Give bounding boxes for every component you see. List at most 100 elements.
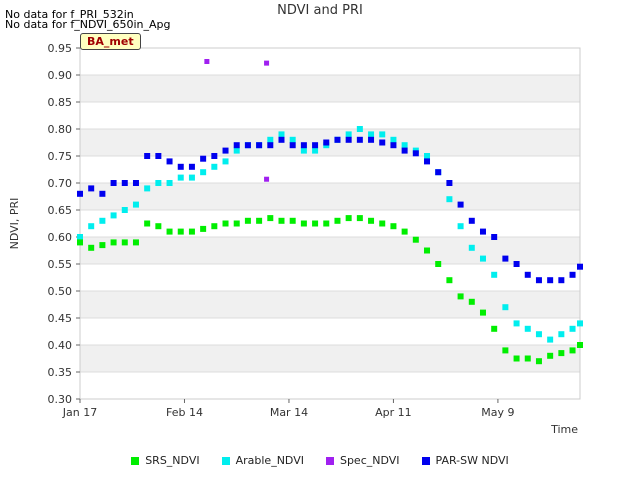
point-srs-ndvi bbox=[435, 261, 442, 267]
point-par-sw-ndvi bbox=[547, 277, 554, 284]
point-arable-ndvi bbox=[368, 131, 375, 138]
site-badge: BA_met bbox=[80, 33, 141, 50]
point-srs-ndvi bbox=[132, 239, 139, 246]
point-par-sw-ndvi bbox=[144, 153, 151, 159]
point-arable-ndvi bbox=[502, 304, 509, 311]
y-tick-label: 0.90 bbox=[48, 69, 73, 82]
point-srs-ndvi bbox=[312, 220, 319, 227]
y-tick-label: 0.80 bbox=[48, 123, 73, 136]
point-arable-ndvi bbox=[401, 142, 408, 149]
point-par-sw-ndvi bbox=[569, 271, 576, 278]
point-arable-ndvi bbox=[524, 325, 531, 332]
y-tick-label: 0.50 bbox=[48, 285, 73, 298]
point-par-sw-ndvi bbox=[177, 163, 184, 170]
point-par-sw-ndvi bbox=[88, 185, 95, 192]
point-arable-ndvi bbox=[200, 169, 207, 176]
point-srs-ndvi bbox=[334, 217, 341, 224]
point-srs-ndvi bbox=[424, 247, 431, 254]
point-spec-ndvi bbox=[204, 59, 210, 64]
point-arable-ndvi bbox=[300, 147, 307, 154]
legend-item-spec-ndvi: Spec_NDVI bbox=[325, 454, 400, 467]
point-par-sw-ndvi bbox=[188, 163, 195, 170]
y-tick-label: 0.35 bbox=[48, 366, 73, 379]
point-arable-ndvi bbox=[99, 217, 106, 224]
point-par-sw-ndvi bbox=[312, 142, 319, 149]
legend-swatch-par-sw-ndvi bbox=[421, 456, 430, 465]
point-srs-ndvi bbox=[278, 217, 285, 224]
point-arable-ndvi bbox=[188, 174, 195, 181]
point-srs-ndvi bbox=[356, 215, 363, 222]
point-arable-ndvi bbox=[468, 244, 475, 251]
point-srs-ndvi bbox=[256, 217, 263, 224]
point-par-sw-ndvi bbox=[446, 180, 453, 186]
chart-legend: SRS_NDVI Arable_NDVI Spec_NDVI PAR-SW ND… bbox=[0, 454, 640, 467]
point-par-sw-ndvi bbox=[166, 158, 173, 165]
y-tick-label: 0.70 bbox=[48, 177, 73, 190]
point-par-sw-ndvi bbox=[300, 142, 307, 149]
point-par-sw-ndvi bbox=[200, 155, 207, 162]
point-arable-ndvi bbox=[233, 147, 240, 154]
y-axis-label: NDVI, PRI bbox=[8, 198, 21, 250]
point-srs-ndvi bbox=[233, 220, 240, 227]
point-par-sw-ndvi bbox=[345, 136, 352, 143]
point-arable-ndvi bbox=[77, 234, 83, 240]
point-par-sw-ndvi bbox=[155, 153, 162, 159]
point-par-sw-ndvi bbox=[558, 277, 565, 284]
point-arable-ndvi bbox=[345, 131, 352, 138]
y-tick-label: 0.85 bbox=[48, 96, 73, 109]
y-tick-label: 0.65 bbox=[48, 204, 73, 217]
point-par-sw-ndvi bbox=[468, 217, 475, 224]
point-arable-ndvi bbox=[177, 174, 184, 181]
point-srs-ndvi bbox=[289, 217, 296, 224]
point-arable-ndvi bbox=[155, 180, 162, 186]
legend-label-spec-ndvi: Spec_NDVI bbox=[339, 454, 400, 467]
point-arable-ndvi bbox=[278, 131, 285, 138]
point-par-sw-ndvi bbox=[256, 142, 263, 149]
point-arable-ndvi bbox=[289, 136, 296, 143]
point-srs-ndvi bbox=[211, 223, 218, 230]
legend-item-arable-ndvi: Arable_NDVI bbox=[221, 454, 304, 467]
point-srs-ndvi bbox=[323, 220, 330, 227]
point-arable-ndvi bbox=[132, 201, 139, 208]
point-srs-ndvi bbox=[479, 309, 486, 316]
point-par-sw-ndvi bbox=[390, 142, 397, 149]
point-par-sw-ndvi bbox=[77, 190, 83, 197]
point-par-sw-ndvi bbox=[267, 142, 274, 149]
point-srs-ndvi bbox=[177, 228, 184, 235]
y-tick-label: 0.55 bbox=[48, 258, 73, 271]
point-arable-ndvi bbox=[446, 196, 453, 203]
legend-label-srs-ndvi: SRS_NDVI bbox=[145, 454, 200, 467]
y-tick-label: 0.95 bbox=[48, 42, 73, 55]
point-par-sw-ndvi bbox=[368, 136, 375, 143]
point-srs-ndvi bbox=[88, 244, 95, 251]
point-par-sw-ndvi bbox=[502, 255, 509, 262]
x-tick-label: May 9 bbox=[481, 406, 514, 419]
point-par-sw-ndvi bbox=[110, 180, 117, 186]
point-srs-ndvi bbox=[577, 342, 583, 348]
point-par-sw-ndvi bbox=[424, 158, 431, 165]
point-arable-ndvi bbox=[166, 180, 173, 186]
point-srs-ndvi bbox=[222, 220, 229, 227]
point-spec-ndvi bbox=[264, 60, 270, 66]
point-srs-ndvi bbox=[166, 228, 173, 235]
legend-swatch-arable-ndvi bbox=[221, 456, 230, 465]
point-par-sw-ndvi bbox=[524, 271, 531, 278]
y-tick-label: 0.45 bbox=[48, 312, 73, 325]
x-axis-label: Time bbox=[550, 423, 578, 436]
legend-swatch-srs-ndvi bbox=[131, 456, 140, 465]
y-tick-label: 0.60 bbox=[48, 231, 73, 244]
point-par-sw-ndvi bbox=[457, 201, 464, 208]
point-par-sw-ndvi bbox=[99, 190, 106, 197]
point-srs-ndvi bbox=[446, 277, 453, 284]
x-tick-label: Feb 14 bbox=[166, 406, 203, 419]
point-par-sw-ndvi bbox=[577, 263, 583, 270]
point-srs-ndvi bbox=[468, 298, 475, 305]
legend-label-arable-ndvi: Arable_NDVI bbox=[235, 454, 304, 467]
point-par-sw-ndvi bbox=[278, 136, 285, 143]
legend-swatch-spec-ndvi bbox=[325, 456, 334, 465]
point-srs-ndvi bbox=[99, 242, 106, 249]
point-srs-ndvi bbox=[535, 358, 542, 365]
point-srs-ndvi bbox=[200, 225, 207, 232]
legend-label-par-sw-ndvi: PAR-SW NDVI bbox=[435, 454, 509, 467]
point-srs-ndvi bbox=[300, 220, 307, 227]
